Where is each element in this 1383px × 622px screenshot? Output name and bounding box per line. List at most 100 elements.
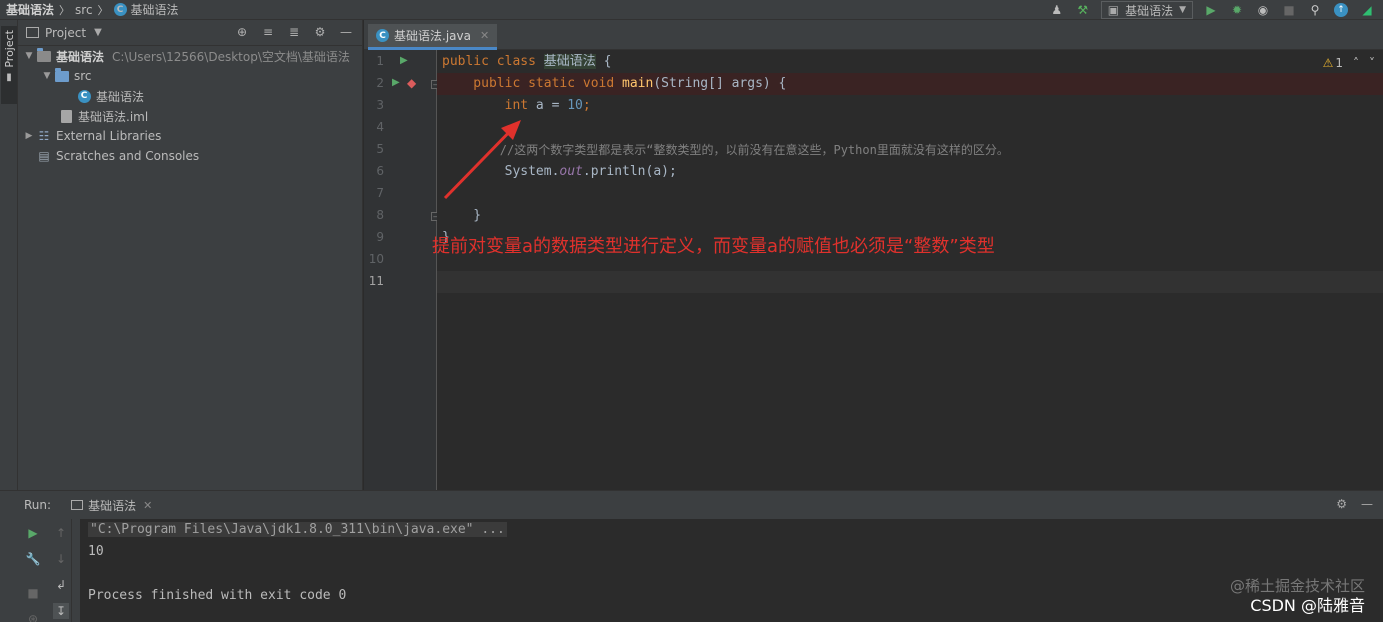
tree-item-iml[interactable]: 基础语法.iml (18, 106, 362, 126)
scroll-to-end-icon[interactable]: ↧ (53, 603, 69, 619)
stop-icon[interactable]: ■ (25, 585, 41, 601)
editor-tab-active[interactable]: C 基础语法.java ✕ (368, 24, 498, 50)
rerun-icon[interactable]: ▶ (25, 525, 41, 541)
pin-icon[interactable]: ⊛ (25, 611, 41, 622)
console-line: 10 (88, 544, 104, 559)
run-configuration-select[interactable]: ▣ 基础语法 ▼ (1100, 1, 1193, 19)
chevron-down-icon: ▼ (1179, 5, 1186, 15)
project-panel: Project ▼ ⊕ ≡ ≣ ⚙ — ▼ 基础语法 C:\Users\1256… (18, 20, 363, 490)
code-token: out (559, 164, 583, 179)
project-path: C:\Users\12566\Desktop\空文档\基础语法 (112, 49, 350, 64)
run-side-toolbar-2: ↑ ↓ ↲ ↧ (50, 519, 72, 622)
debug-icon[interactable]: ✹ (1229, 2, 1245, 18)
tree-item-scratches[interactable]: ▤ Scratches and Consoles (18, 146, 362, 166)
gear-icon[interactable]: ⚙ (1336, 497, 1347, 511)
tree-item-src[interactable]: ▼ src (18, 66, 362, 86)
library-icon: ☷ (38, 129, 50, 143)
collapse-all-icon[interactable]: ≣ (286, 24, 302, 40)
tree-item-project-root[interactable]: ▼ 基础语法 C:\Users\12566\Desktop\空文档\基础语法 (18, 46, 362, 66)
code-token: a = (528, 98, 568, 113)
code-editor[interactable]: ⚠ 1 ˄ ˅ public class 基础语法 { public stati… (437, 50, 1383, 490)
run-gutter-icon[interactable]: ▶ (392, 77, 400, 88)
user-icon[interactable]: ♟ (1049, 2, 1065, 18)
line-number: 1 (376, 54, 384, 68)
stop-icon[interactable]: ■ (1281, 2, 1297, 18)
project-view-selector[interactable]: Project (45, 26, 86, 40)
hide-icon[interactable]: — (1361, 497, 1373, 511)
chevron-down-icon[interactable]: ▼ (40, 71, 54, 81)
line-number: 8 (376, 208, 384, 222)
run-gutter-icon[interactable]: ▶ (400, 55, 408, 66)
project-tree: ▼ 基础语法 C:\Users\12566\Desktop\空文档\基础语法 ▼… (18, 46, 362, 166)
tree-item-external-libraries[interactable]: ▶ ☷ External Libraries (18, 126, 362, 146)
run-header: Run: 基础语法 ✕ ⚙ — (0, 491, 1383, 519)
code-line-comment: //这两个数字类型都是表示“整数类型的，以前没有在意这些，Python里面就没有… (442, 143, 1009, 157)
editor-tab-bar: C 基础语法.java ✕ (364, 20, 1383, 50)
line-number: 9 (376, 230, 384, 244)
code-token: 10 (567, 98, 583, 113)
arrow-up-icon[interactable]: ↑ (53, 525, 69, 541)
ide-logo-icon[interactable]: ◢ (1359, 2, 1375, 18)
tree-item-label: 基础语法 (56, 49, 105, 64)
console-line: "C:\Program Files\Java\jdk1.8.0_311\bin\… (88, 522, 507, 537)
hide-icon[interactable]: — (338, 24, 354, 40)
tree-item-class[interactable]: C 基础语法 (18, 86, 362, 106)
console-output[interactable]: "C:\Program Files\Java\jdk1.8.0_311\bin\… (80, 519, 1383, 622)
coverage-icon[interactable]: ◉ (1255, 2, 1271, 18)
build-hammer-icon[interactable]: ⚒ (1075, 2, 1091, 18)
code-token: { (595, 54, 612, 69)
editor-tab-label: 基础语法.java (394, 29, 471, 43)
arrow-down-icon[interactable]: ↓ (53, 551, 69, 567)
project-tool-tab-label: Project (2, 30, 16, 68)
breadcrumb-project[interactable]: 基础语法 (6, 1, 54, 18)
left-tool-strip: Project ▮ (0, 20, 18, 490)
tree-item-label: 基础语法 (96, 89, 145, 104)
tree-item-label: Scratches and Consoles (56, 149, 200, 163)
gear-icon[interactable]: ⚙ (312, 24, 328, 40)
navigation-bar: 基础语法 〉 src 〉 C 基础语法 ♟ ⚒ ▣ 基础语法 ▼ ▶ ✹ ◉ ■… (0, 0, 1383, 20)
toolbar-right: ♟ ⚒ ▣ 基础语法 ▼ ▶ ✹ ◉ ■ ⚲ ↑ ◢ (1049, 0, 1383, 20)
config-icon: ▣ (1107, 3, 1120, 17)
code-token: ; (582, 98, 591, 113)
class-icon: C (376, 29, 389, 42)
update-icon[interactable]: ↑ (1333, 2, 1349, 18)
editor-gutter[interactable]: 1 2 3 4 5 6 7 8 9 10 11 ▶ ▶ ◆ − − (364, 50, 440, 490)
chevron-right-icon[interactable]: ▶ (22, 131, 36, 141)
line-number-current: 11 (368, 274, 384, 288)
soft-wrap-icon[interactable]: ↲ (53, 577, 69, 593)
line-number: 3 (376, 98, 384, 112)
run-config-label: 基础语法 (1125, 3, 1174, 18)
tree-item-label: 基础语法.iml (78, 109, 149, 124)
close-icon[interactable]: ✕ (143, 499, 152, 512)
annotation-arrow (443, 120, 521, 200)
close-icon[interactable]: ✕ (480, 29, 489, 42)
locate-icon[interactable]: ⊕ (234, 24, 250, 40)
line-number: 5 (376, 142, 384, 156)
chevron-down-icon[interactable]: ▼ (94, 27, 102, 38)
run-tool-window: Run: 基础语法 ✕ ⚙ — ▶ 🔧 ■ ⊛ ↑ ↓ ↲ ↧ "C:\Prog… (0, 490, 1383, 622)
code-token: main (622, 76, 654, 91)
project-panel-tools: ⊕ ≡ ≣ ⚙ — (234, 24, 354, 40)
line-number: 4 (376, 120, 384, 134)
code-line: System.out.println(a); (437, 161, 1383, 183)
chevron-down-icon[interactable]: ▼ (22, 51, 36, 61)
run-icon[interactable]: ▶ (1203, 2, 1219, 18)
tree-item-label: src (74, 69, 92, 83)
expand-all-icon[interactable]: ≡ (260, 24, 276, 40)
code-line-current (437, 271, 1383, 293)
breadcrumb: 基础语法 〉 src 〉 C 基础语法 (0, 1, 179, 18)
run-tab[interactable]: 基础语法 ✕ (71, 497, 152, 514)
project-tool-tab[interactable]: Project ▮ (1, 26, 17, 104)
code-token: int (442, 98, 529, 113)
run-header-tools: ⚙ — (1336, 497, 1373, 511)
search-icon[interactable]: ⚲ (1307, 2, 1323, 18)
breadcrumb-src[interactable]: src (75, 3, 93, 17)
code-token: 基础语法 (543, 54, 596, 69)
breakpoint-icon[interactable]: ◆ (407, 76, 416, 90)
line-number: 7 (376, 186, 384, 200)
chevron-right-icon: 〉 (59, 3, 71, 17)
run-label: Run: (24, 498, 52, 512)
breadcrumb-class[interactable]: 基础语法 (131, 1, 179, 18)
scratches-icon: ▤ (38, 149, 50, 163)
wrench-icon[interactable]: 🔧 (25, 551, 41, 567)
